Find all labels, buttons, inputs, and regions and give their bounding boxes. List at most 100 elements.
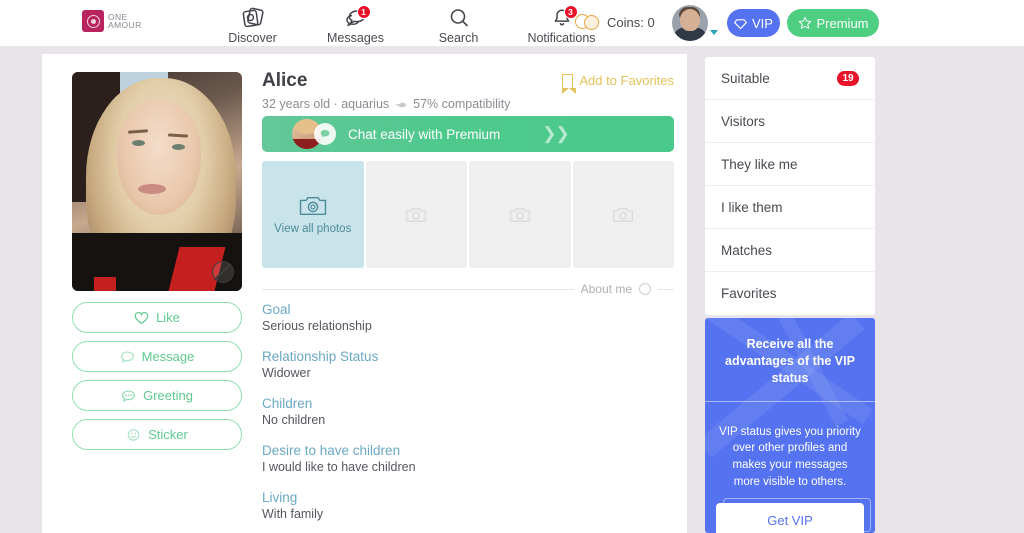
profile-header: Alice 32 years old · aquarius 57% compat… <box>262 70 674 111</box>
nav-item-discover[interactable]: Discover <box>215 3 290 45</box>
message-button[interactable]: Message <box>72 341 242 372</box>
greeting-button-label: Greeting <box>143 388 193 403</box>
nav-item-messages[interactable]: 1 Messages <box>318 3 393 45</box>
camera-icon <box>509 206 531 224</box>
discover-cards-icon <box>241 7 265 29</box>
fact-value: No children <box>262 413 326 427</box>
fact-row: Relationship Status Widower <box>262 349 674 380</box>
about-me-facts: Goal Serious relationship Relationship S… <box>262 302 674 533</box>
fact-row: Children No children <box>262 396 674 427</box>
camera-icon <box>405 206 427 224</box>
gallery-locked-photo[interactable] <box>469 161 571 268</box>
fact-key: Desire to have children <box>262 443 401 458</box>
gallery-locked-photo[interactable] <box>365 161 467 268</box>
bird-icon <box>394 99 408 110</box>
gallery-view-all-label: View all photos <box>274 223 352 235</box>
sidebar-item-suitable[interactable]: Suitable 19 <box>705 57 875 100</box>
nav-label-notifications: Notifications <box>527 30 596 45</box>
status-badge: 19 <box>837 70 859 86</box>
greeting-bubble-icon <box>121 389 136 403</box>
profile-card: Like Message Greeting Sticker Alice 32 y… <box>42 54 687 533</box>
sidebar-item-favorites[interactable]: Favorites <box>705 272 875 315</box>
main-nav: Discover 1 Messages Search 3 Notificatio… <box>215 0 599 47</box>
fact-value: I would like to have children <box>262 460 416 474</box>
nav-label-discover: Discover <box>228 30 277 45</box>
heart-icon <box>134 311 149 325</box>
page-root: ONE AMOUR Discover 1 Messages Search 3 N… <box>0 0 1024 533</box>
banner-text: Chat easily with Premium <box>348 126 501 142</box>
coins-label: Coins: 0 <box>607 14 655 30</box>
photo-gallery: View all photos <box>262 161 674 268</box>
fact-value: Serious relationship <box>262 319 372 333</box>
like-button-label: Like <box>156 310 180 325</box>
sidebar-menu: Suitable 19 Visitors They like me I like… <box>705 57 875 315</box>
nav-item-search[interactable]: Search <box>421 3 496 45</box>
user-menu[interactable] <box>672 5 718 41</box>
avatar <box>672 5 708 41</box>
top-header: ONE AMOUR Discover 1 Messages Search 3 N… <box>0 0 1024 47</box>
fact-value: With family <box>262 507 324 521</box>
gallery-locked-photo[interactable] <box>572 161 674 268</box>
bookmark-icon <box>561 73 576 94</box>
nav-label-search: Search <box>438 30 479 45</box>
premium-button-label: Premium <box>816 15 869 31</box>
messages-badge: 1 <box>356 4 371 19</box>
camera-icon <box>298 194 328 218</box>
message-bubble-icon <box>120 350 135 364</box>
sidebar-item-i-like-them[interactable]: I like them <box>705 186 875 229</box>
sidebar-item-visitors[interactable]: Visitors <box>705 100 875 143</box>
sidebar-item-label: I like them <box>721 199 783 215</box>
sidebar-item-label: They like me <box>721 156 798 172</box>
sidebar-item-label: Visitors <box>721 113 766 129</box>
fact-value: Widower <box>262 366 311 380</box>
block-icon[interactable] <box>212 261 234 283</box>
sticker-button-label: Sticker <box>148 427 188 442</box>
fact-row: Living With family <box>262 490 674 521</box>
profile-compatibility: 57% compatibility <box>413 97 511 111</box>
sidebar-item-they-like-me[interactable]: They like me <box>705 143 875 186</box>
vip-button[interactable]: VIP <box>727 9 780 37</box>
gallery-view-all[interactable]: View all photos <box>262 161 364 268</box>
sidebar-item-label: Suitable <box>721 70 770 86</box>
logo-mark-icon <box>82 10 104 32</box>
nav-label-messages: Messages <box>327 30 384 45</box>
fact-key: Children <box>262 396 313 411</box>
notifications-badge: 3 <box>563 4 578 19</box>
profile-photo[interactable] <box>72 72 242 291</box>
like-button[interactable]: Like <box>72 302 242 333</box>
message-button-label: Message <box>141 349 195 364</box>
diamond-icon <box>734 17 747 30</box>
logo-text-line2: AMOUR <box>108 20 142 30</box>
sticker-smiley-icon <box>126 428 141 442</box>
coins-icon <box>575 13 601 31</box>
profile-actions: Like Message Greeting Sticker <box>72 302 242 450</box>
sidebar-item-matches[interactable]: Matches <box>705 229 875 272</box>
sticker-button[interactable]: Sticker <box>72 419 242 450</box>
fact-row: Goal Serious relationship <box>262 302 674 333</box>
add-to-favorites-label: Add to Favorites <box>579 73 674 88</box>
vip-promo-heading: Receive all the advantages of the VIP st… <box>705 318 875 402</box>
profile-age-sign: 32 years old · aquarius <box>262 97 390 111</box>
coins-widget[interactable]: Coins: 0 <box>575 13 655 31</box>
greeting-button[interactable]: Greeting <box>72 380 242 411</box>
vip-promo-box: Receive all the advantages of the VIP st… <box>705 318 875 533</box>
chevron-down-icon <box>710 30 718 35</box>
search-icon <box>447 7 471 29</box>
messages-bubbles-icon: 1 <box>343 4 371 29</box>
info-icon <box>639 283 651 295</box>
fact-key: Goal <box>262 302 291 317</box>
premium-chat-banner[interactable]: Chat easily with Premium ❯❯ <box>262 116 674 152</box>
get-vip-button[interactable]: Get VIP <box>716 503 864 533</box>
profile-subtitle: 32 years old · aquarius 57% compatibilit… <box>262 97 674 111</box>
brand-logo[interactable]: ONE AMOUR <box>82 10 142 32</box>
about-me-label: About me <box>580 282 632 296</box>
premium-button[interactable]: Premium <box>787 9 879 37</box>
vip-promo-body: VIP status gives you priority over other… <box>719 425 861 488</box>
add-to-favorites-button[interactable]: Add to Favorites <box>561 73 674 94</box>
sidebar-item-label: Matches <box>721 242 773 258</box>
sidebar-item-label: Favorites <box>721 286 777 301</box>
fact-key: Relationship Status <box>262 349 379 364</box>
fact-row: Desire to have children I would like to … <box>262 443 674 474</box>
fact-key: Living <box>262 490 298 505</box>
chat-bubble-icon <box>314 123 336 145</box>
